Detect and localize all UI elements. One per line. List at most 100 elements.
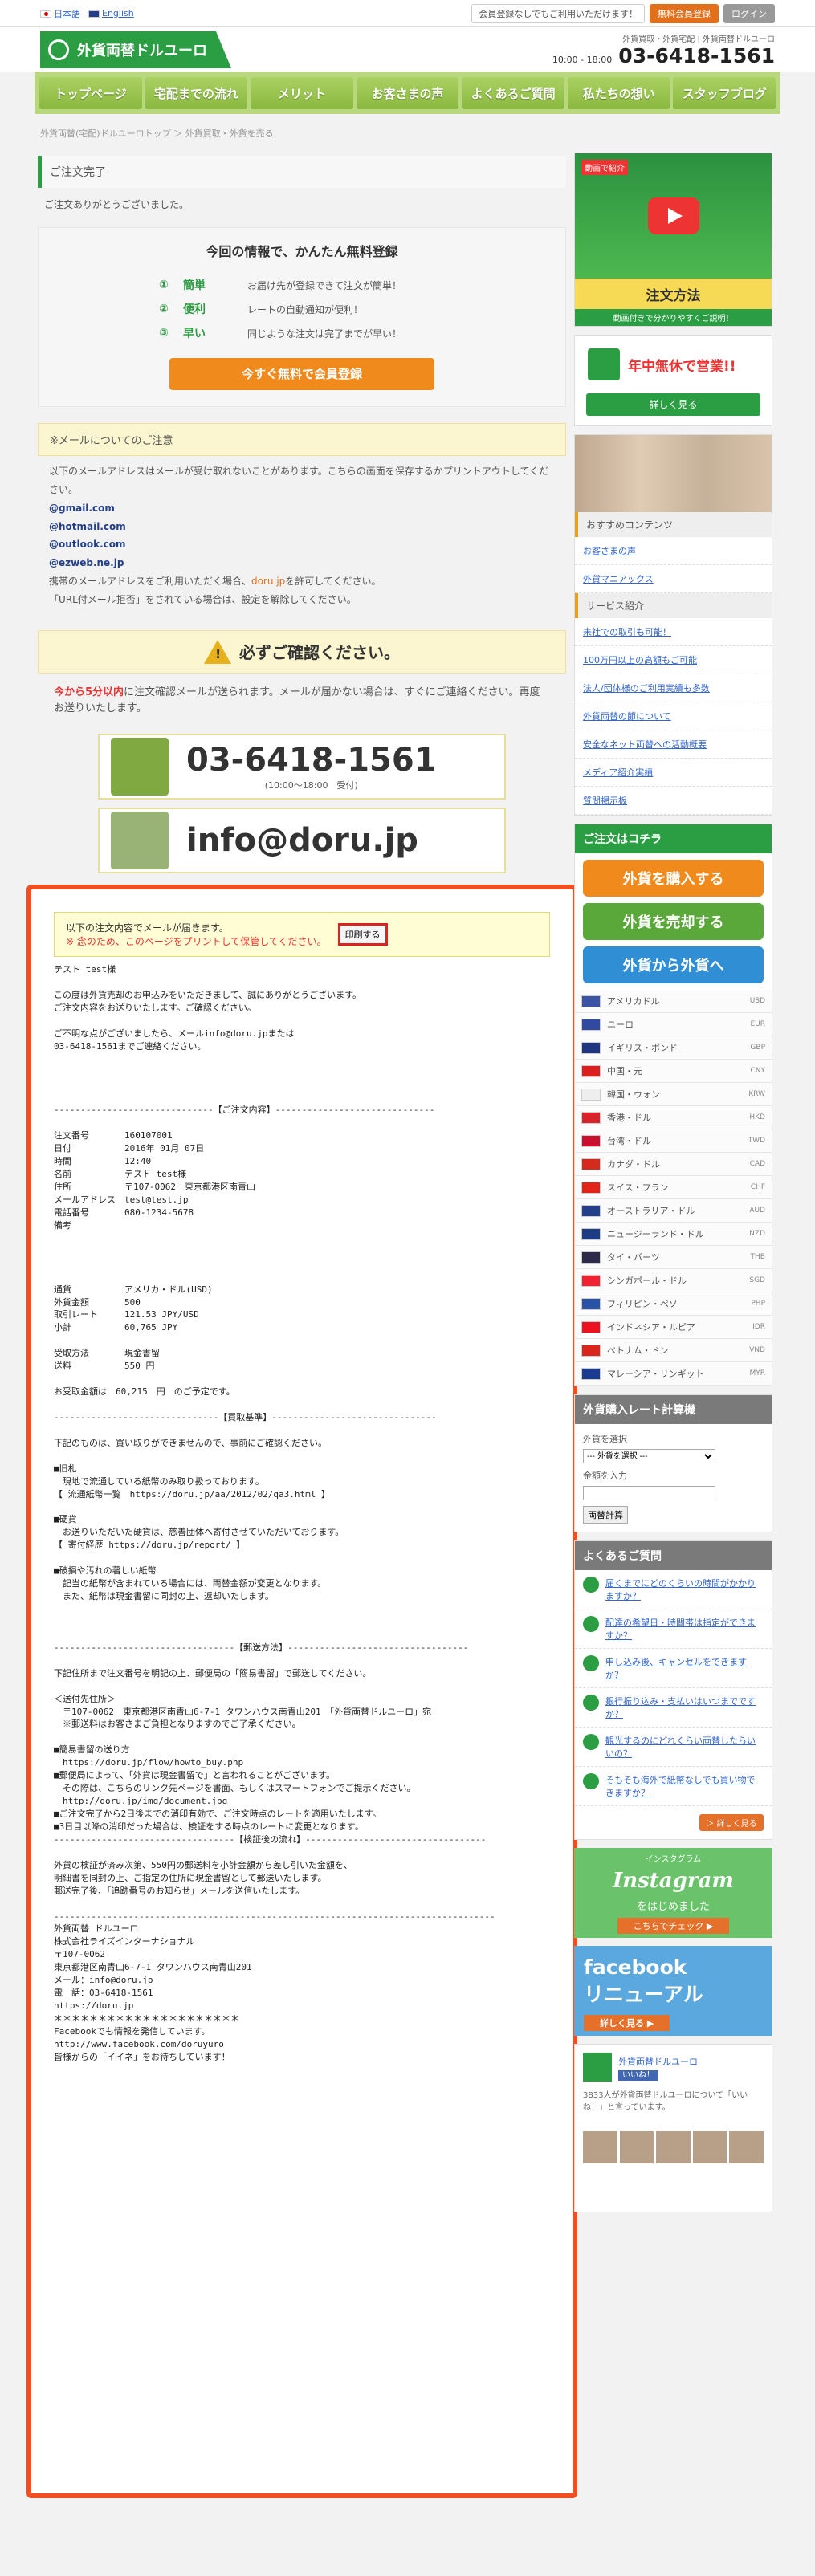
currency-item[interactable]: 台湾・ドル TWD	[575, 1129, 772, 1153]
faq-item[interactable]: 銀行振り込み・支払いはいつまでですか？	[575, 1688, 772, 1728]
lang-ja-link[interactable]: 日本語	[54, 9, 80, 19]
instagram-banner[interactable]: インスタグラム Instagram をはじめました こちらでチェック ▶	[574, 1848, 772, 1938]
currency-flag-icon	[581, 1041, 601, 1054]
nav-thoughts[interactable]: 私たちの想い	[567, 77, 670, 109]
faq-item[interactable]: 配達の希望日・時間帯は指定ができますか？	[575, 1609, 772, 1649]
currency-item[interactable]: インドネシア・ルピア IDR	[575, 1316, 772, 1339]
question-icon	[583, 1773, 599, 1789]
nav-flow[interactable]: 宅配までの流れ	[145, 77, 248, 109]
currency-item[interactable]: シンガポール・ドル SGD	[575, 1269, 772, 1292]
calculate-button[interactable]: 両替計算	[583, 1506, 628, 1524]
question-icon	[583, 1577, 599, 1593]
email-box[interactable]: info@doru.jp	[98, 808, 506, 874]
currency-select[interactable]: --- 外貨を選択 ---	[583, 1449, 715, 1463]
open-all-year-banner[interactable]: 年中無休で営業!! 詳しく見る	[574, 335, 772, 426]
instagram-small: インスタグラム	[645, 1855, 702, 1864]
mail-note: 以下のメールアドレスはメールが受け取れないことがあります。こちらの画面を保存する…	[38, 456, 566, 615]
currency-item[interactable]: 香港・ドル HKD	[575, 1106, 772, 1129]
register-button[interactable]: 無料会員登録	[650, 3, 719, 23]
currency-item[interactable]: ニュージーランド・ドル NZD	[575, 1223, 772, 1246]
details-button[interactable]: 詳しく見る	[586, 393, 760, 416]
service-link[interactable]: メディア紹介実績	[575, 759, 772, 787]
phone-box[interactable]: 03-6418-1561 (10:00〜18:00 受付)	[98, 734, 506, 800]
domain-ezweb: @ezweb.ne.jp	[49, 557, 124, 569]
facebook-check[interactable]: 詳しく見る ▶	[584, 2015, 670, 2031]
order-method-sub: 動画付きで分かりやすくご説明！	[575, 309, 772, 326]
currency-item[interactable]: オーストラリア・ドル AUD	[575, 1199, 772, 1223]
confirm-text: 今から5分以内に注文確認メールが送られます。メールが届かない場合は、すぐにご連絡…	[54, 686, 540, 715]
calculator-title: 外貨購入レート計算機	[575, 1395, 772, 1424]
faq-item[interactable]: 観光するのにどれくらい両替したらいいの？	[575, 1728, 772, 1767]
registration-title: 今回の情報で、かんたん無料登録	[206, 244, 398, 260]
currency-item[interactable]: フィリピン・ペソ PHP	[575, 1292, 772, 1316]
currency-item[interactable]: タイ・バーツ THB	[575, 1246, 772, 1269]
service-link[interactable]: 外貨両替の節について	[575, 702, 772, 730]
faq-item[interactable]: 届くまでにどのくらいの時間がかかりますか？	[575, 1570, 772, 1609]
link-maniacs[interactable]: 外貨マニアックス	[575, 565, 772, 593]
link-voice[interactable]: お客さまの声	[575, 537, 772, 565]
question-icon	[583, 1695, 599, 1711]
nav-merit[interactable]: メリット	[251, 77, 353, 109]
currency-item[interactable]: ベトナム・ドン VND	[575, 1339, 772, 1362]
free-register-button[interactable]: 今すぐ無料で会員登録	[169, 358, 434, 391]
site-logo[interactable]: 外貨両替ドルユーロ	[40, 31, 231, 68]
contact-email: info@doru.jp	[186, 822, 418, 860]
service-link[interactable]: 未社での取引も可能！	[575, 618, 772, 646]
lang-ja[interactable]: 日本語	[40, 7, 80, 20]
global-nav: トップページ 宅配までの流れ メリット お客さまの声 よくあるご質問 私たちの想…	[35, 72, 780, 114]
amount-input[interactable]	[583, 1486, 715, 1500]
currency-item[interactable]: 中国・元 CNY	[575, 1060, 772, 1083]
currency-flag-icon	[581, 1181, 601, 1194]
order-mail-preview: 以下の注文内容でメールが届きます。 ※ 念のため、このページをプリントして保管して…	[26, 885, 577, 2499]
service-link[interactable]: 100万円以上の高額もご可能	[575, 646, 772, 674]
page-avatar	[583, 2053, 612, 2082]
buy-currency-button[interactable]: 外貨を購入する	[583, 860, 764, 897]
currency-item[interactable]: スイス・フラン CHF	[575, 1176, 772, 1199]
currency-flag-icon	[581, 1088, 601, 1101]
instagram-check[interactable]: こちらでチェック ▶	[617, 1918, 730, 1934]
fb-page-name[interactable]: 外貨両替ドルユーロ	[618, 2055, 698, 2068]
print-button[interactable]: 印刷する	[337, 923, 388, 946]
faq-panel: よくあるご質問 届くまでにどのくらいの時間がかかりますか？ 配達の希望日・時間帯…	[574, 1540, 772, 1840]
currency-item[interactable]: カナダ・ドル CAD	[575, 1153, 772, 1176]
doru-link[interactable]: doru.jp	[251, 576, 285, 587]
faq-item[interactable]: そもそも海外で紙幣なしでも買い物できますか？	[575, 1767, 772, 1806]
question-icon	[583, 1655, 599, 1671]
url-mail-note: 「URL付メール拒否」をされている場合は、設定を解除してください。	[49, 593, 357, 605]
service-link[interactable]: 質問掲示板	[575, 787, 772, 815]
header-tagline: 外貨買取・外貨宅配 | 外貨両替ドルユーロ	[622, 35, 775, 44]
play-icon[interactable]	[647, 197, 699, 234]
video-banner[interactable]: 動画で紹介 注文方法 動画付きで分かりやすくご説明！	[574, 153, 772, 327]
nav-voice[interactable]: お客さまの声	[356, 77, 459, 109]
login-button[interactable]: ログイン	[723, 3, 775, 23]
fb-like-button[interactable]: いいね！	[618, 2069, 658, 2081]
lang-en[interactable]: English	[88, 8, 134, 18]
facebook-banner[interactable]: facebook リニューアル 詳しく見る ▶	[574, 1946, 772, 2036]
nav-faq[interactable]: よくあるご質問	[462, 77, 564, 109]
service-link[interactable]: 安全なネット両替への活動概要	[575, 730, 772, 759]
service-link[interactable]: 法人/団体様のご利用実績も多数	[575, 674, 772, 702]
faq-item[interactable]: 申し込み後、キャンセルをできますか？	[575, 1649, 772, 1688]
breadcrumb[interactable]: 外貨両替(宅配)ドルユーロトップ ＞ 外貨買取・外貨を売る	[0, 114, 815, 153]
currency-item[interactable]: 韓国・ウォン KRW	[575, 1083, 772, 1106]
currency-item[interactable]: ユーロ EUR	[575, 1013, 772, 1036]
exchange-currency-button[interactable]: 外貨から外貨へ	[583, 946, 764, 983]
warning-icon	[204, 639, 231, 664]
feature-item: ③ 早い 同じような注文は完了までが早い！	[159, 327, 402, 341]
header-phone: 03-6418-1561	[618, 44, 775, 67]
registration-box: 今回の情報で、かんたん無料登録 ① 簡単 お届け先が登録できて注文が簡単！ ② 便利レ…	[38, 227, 566, 408]
question-icon	[583, 1616, 599, 1632]
lang-en-link[interactable]: English	[102, 8, 134, 18]
currency-item[interactable]: アメリカドル USD	[575, 990, 772, 1013]
sell-currency-button[interactable]: 外貨を売却する	[583, 903, 764, 940]
currency-flag-icon	[581, 1297, 601, 1310]
faq-more-button[interactable]: ＞ 詳しく見る	[699, 1814, 764, 1831]
currency-flag-icon	[581, 995, 601, 1007]
nav-top[interactable]: トップページ	[39, 77, 142, 109]
currency-flag-icon	[581, 1321, 601, 1333]
nav-blog[interactable]: スタッフブログ	[673, 77, 776, 109]
currency-item[interactable]: イギリス・ポンド GBP	[575, 1036, 772, 1060]
currency-item[interactable]: マレーシア・リンギット MYR	[575, 1362, 772, 1386]
language-switch: 日本語 English	[40, 7, 134, 20]
thanks-text: ご注文ありがとうございました。	[44, 199, 189, 210]
